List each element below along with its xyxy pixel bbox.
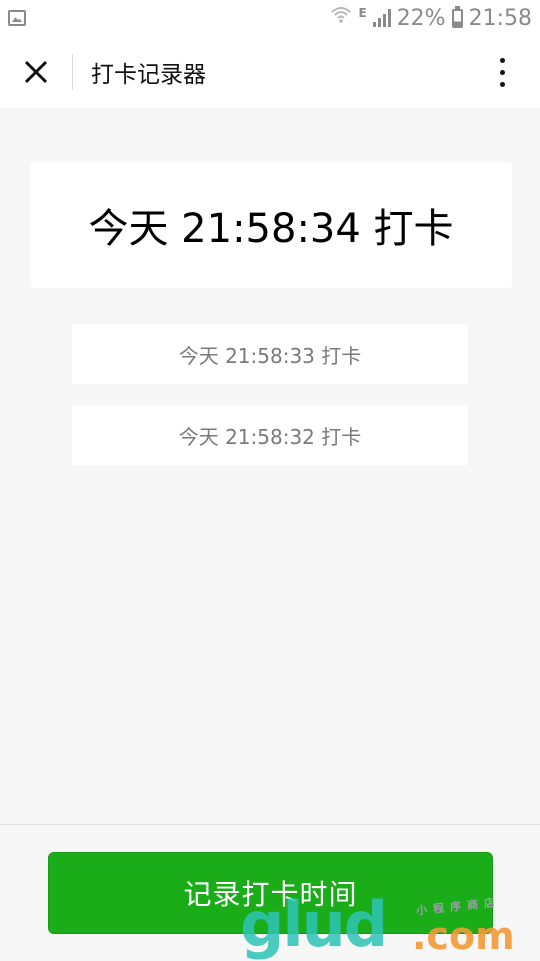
latest-record-text: 今天 21:58:34 打卡 xyxy=(88,206,454,252)
battery-percent: 22% xyxy=(396,5,446,31)
signal-icon xyxy=(372,9,391,27)
record-time-button-label: 记录打卡时间 xyxy=(183,878,358,911)
image-icon xyxy=(8,10,26,26)
record-text: 今天 21:58:32 打卡 xyxy=(178,424,362,449)
more-button[interactable] xyxy=(484,54,520,90)
wifi-icon xyxy=(330,5,352,31)
page-title: 打卡记录器 xyxy=(91,62,206,88)
close-button[interactable] xyxy=(0,36,72,108)
more-vertical-icon xyxy=(499,57,505,87)
status-time: 21:58 xyxy=(468,5,532,31)
status-bar: E 22% 21:58 xyxy=(0,0,540,36)
latest-record-card: 今天 21:58:34 打卡 xyxy=(30,162,512,288)
network-type-label: E xyxy=(358,6,367,20)
battery-icon xyxy=(451,5,463,28)
record-row: 今天 21:58:33 打卡 xyxy=(72,324,468,384)
close-icon xyxy=(24,60,48,84)
record-row: 今天 21:58:32 打卡 xyxy=(72,405,468,465)
nav-bar: 打卡记录器 xyxy=(0,36,540,108)
status-left xyxy=(8,10,26,26)
record-text: 今天 21:58:33 打卡 xyxy=(178,343,362,368)
record-time-button[interactable]: 记录打卡时间 xyxy=(48,852,493,934)
nav-divider xyxy=(72,54,73,90)
status-right: E 22% 21:58 xyxy=(330,5,532,31)
